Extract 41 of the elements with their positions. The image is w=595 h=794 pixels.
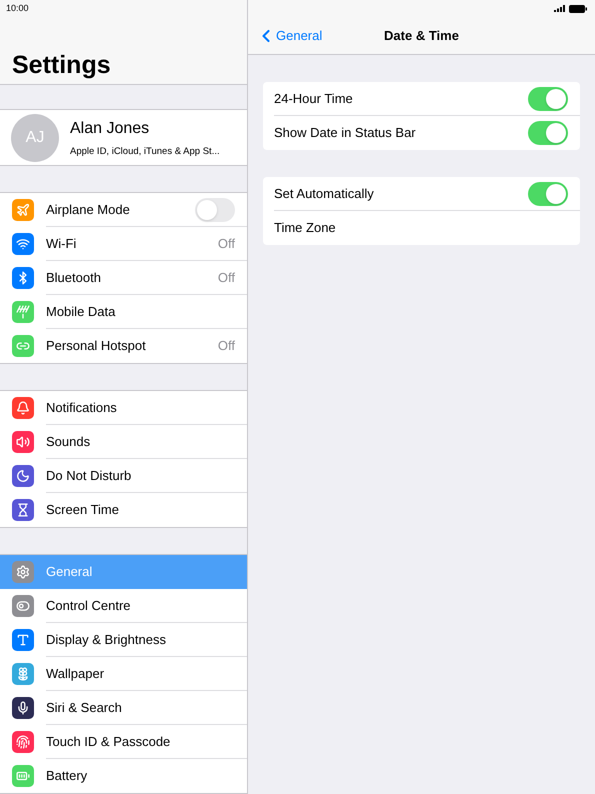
row-label: Personal Hotspot — [46, 337, 146, 356]
row-label: Show Date in Status Bar — [274, 124, 416, 142]
row-label: Bluetooth — [46, 268, 101, 287]
settings-title: Settings — [12, 53, 111, 78]
row-value: Off — [218, 337, 235, 356]
row-label: Airplane Mode — [46, 200, 130, 219]
profile-row[interactable]: AJ Alan Jones Apple ID, iCloud, iTunes & App St... — [0, 109, 247, 166]
row-label: Wallpaper — [46, 664, 104, 683]
row-label: Battery — [46, 767, 88, 786]
profile-subtitle: Apple ID, iCloud, iTunes & App St... — [70, 144, 220, 159]
row-label: Do Not Disturb — [46, 466, 132, 485]
status-time: 10:00 — [6, 2, 29, 15]
toggle-switch[interactable] — [528, 121, 568, 145]
row-label: Mobile Data — [46, 302, 116, 321]
row-label: Display & Brightness — [46, 630, 166, 649]
detail-row[interactable]: 24-Hour Time — [263, 82, 580, 116]
toggle-switch[interactable] — [195, 198, 235, 222]
profile-name: Alan Jones — [70, 118, 150, 139]
row-label: General — [46, 563, 92, 582]
detail-row[interactable]: Set Automatically — [263, 177, 580, 211]
toggle-switch[interactable] — [528, 182, 568, 206]
row-label: Screen Time — [46, 501, 119, 520]
row-label: Set Automatically — [274, 184, 374, 203]
row-label: Notifications — [46, 398, 117, 417]
row-label: Sounds — [46, 432, 90, 451]
detail-row[interactable]: Show Date in Status Bar — [263, 116, 580, 150]
detail-row[interactable]: Time Zone — [263, 211, 580, 245]
battery-icon — [569, 4, 587, 12]
row-label: 24-Hour Time — [274, 90, 353, 108]
page-title: Date & Time — [384, 26, 459, 45]
row-label: Control Centre — [46, 596, 131, 615]
row-label: Siri & Search — [46, 698, 122, 717]
row-label: Touch ID & Passcode — [46, 732, 170, 751]
avatar: AJ — [11, 114, 59, 162]
signal-icon — [554, 5, 565, 12]
toggle-switch[interactable] — [528, 86, 568, 110]
row-label: Wi-Fi — [46, 234, 76, 253]
row-value: Off — [218, 268, 235, 287]
row-value: Off — [218, 234, 235, 253]
row-label: Time Zone — [274, 219, 336, 238]
back-button[interactable]: General — [256, 26, 322, 46]
